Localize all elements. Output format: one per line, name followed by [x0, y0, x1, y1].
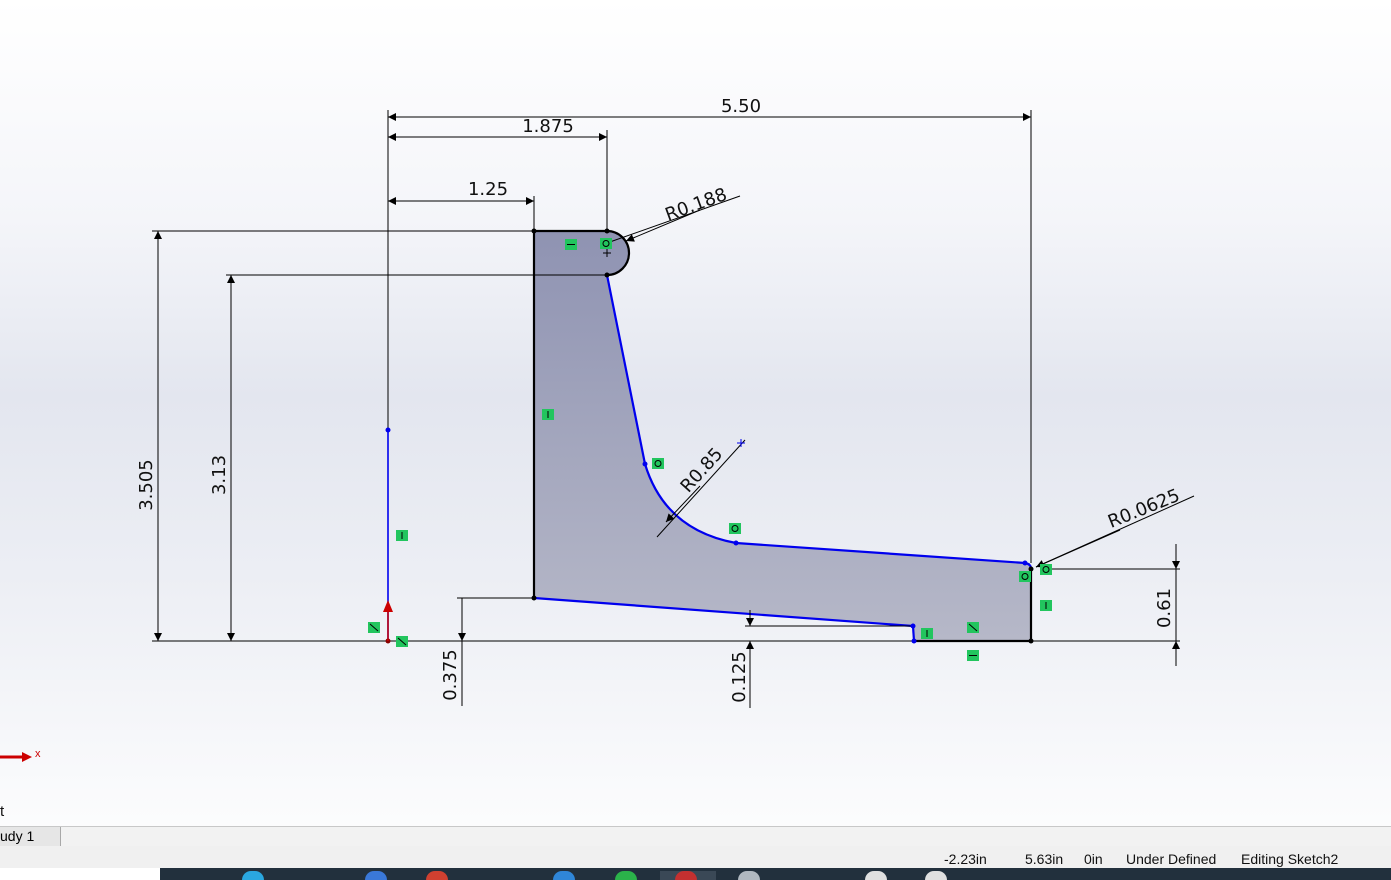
status-y-coord: 5.63in	[1025, 851, 1064, 867]
axis-x-label: x	[35, 748, 41, 760]
sketch-profile-region[interactable]	[534, 231, 1031, 641]
feature-tree-fragment: t	[0, 803, 5, 820]
tangent-relation-icon	[1040, 564, 1052, 575]
taskbar-app-icon[interactable]	[553, 871, 575, 880]
dim-overall-width[interactable]: 5.50	[721, 96, 761, 117]
vertical-relation-icon	[1040, 600, 1052, 611]
taskbar-app-icon[interactable]	[675, 871, 697, 880]
taskbar-app-icon[interactable]	[365, 871, 387, 880]
dim-height-313[interactable]: 3.13	[209, 455, 230, 495]
dim-height-3505[interactable]: 3.505	[136, 459, 157, 511]
status-definition-state[interactable]: Under Defined	[1126, 851, 1216, 867]
axis-triad-icon	[0, 752, 32, 762]
vertical-relation-icon	[396, 530, 408, 541]
dim-height-0375[interactable]: 0.375	[440, 649, 461, 701]
status-z-coord: 0in	[1084, 851, 1103, 867]
os-taskbar	[160, 868, 1391, 880]
horizontal-relation-icon	[967, 650, 979, 661]
origin-icon[interactable]	[383, 600, 393, 641]
tangent-relation-icon	[600, 238, 612, 249]
taskbar-app-icon[interactable]	[925, 871, 947, 880]
bottom-tab-bar: udy 1	[0, 826, 1391, 848]
taskbar-gap	[0, 868, 160, 880]
taskbar-app-icon[interactable]	[426, 871, 448, 880]
taskbar-app-icon[interactable]	[738, 871, 760, 880]
taskbar-app-icon[interactable]	[242, 871, 264, 880]
dim-radius-fillet[interactable]: R0.85	[677, 444, 728, 497]
dim-height-061[interactable]: 0.61	[1154, 588, 1175, 628]
tab-study[interactable]: udy 1	[0, 827, 61, 846]
dim-radius-small[interactable]: R0.0625	[1105, 485, 1183, 533]
coincident-relation-icon	[396, 636, 408, 647]
tangent-relation-icon	[652, 458, 664, 469]
sketch-canvas[interactable]: 5.50 1.875 1.25 R0.188 R0.85 R0.0625 3.5…	[0, 0, 1391, 880]
coincident-relation-icon	[368, 622, 380, 633]
vertical-relation-icon	[542, 409, 554, 420]
dim-width-125[interactable]: 1.25	[468, 179, 508, 200]
coincident-relation-icon	[967, 622, 979, 633]
horizontal-relation-icon	[565, 239, 577, 250]
status-bar: -2.23in 5.63in 0in Under Defined Editing…	[0, 846, 1391, 868]
taskbar-app-icon[interactable]	[865, 871, 887, 880]
vertical-relation-icon	[921, 628, 933, 639]
dim-radius-top[interactable]: R0.188	[662, 184, 729, 226]
status-x-coord: -2.23in	[944, 851, 987, 867]
taskbar-app-icon[interactable]	[615, 871, 637, 880]
tangent-relation-icon	[1019, 571, 1031, 582]
tangent-relation-icon	[729, 523, 741, 534]
dim-width-1875[interactable]: 1.875	[522, 116, 574, 137]
status-editing-mode: Editing Sketch2	[1241, 851, 1339, 867]
dim-height-0125[interactable]: 0.125	[729, 651, 750, 703]
